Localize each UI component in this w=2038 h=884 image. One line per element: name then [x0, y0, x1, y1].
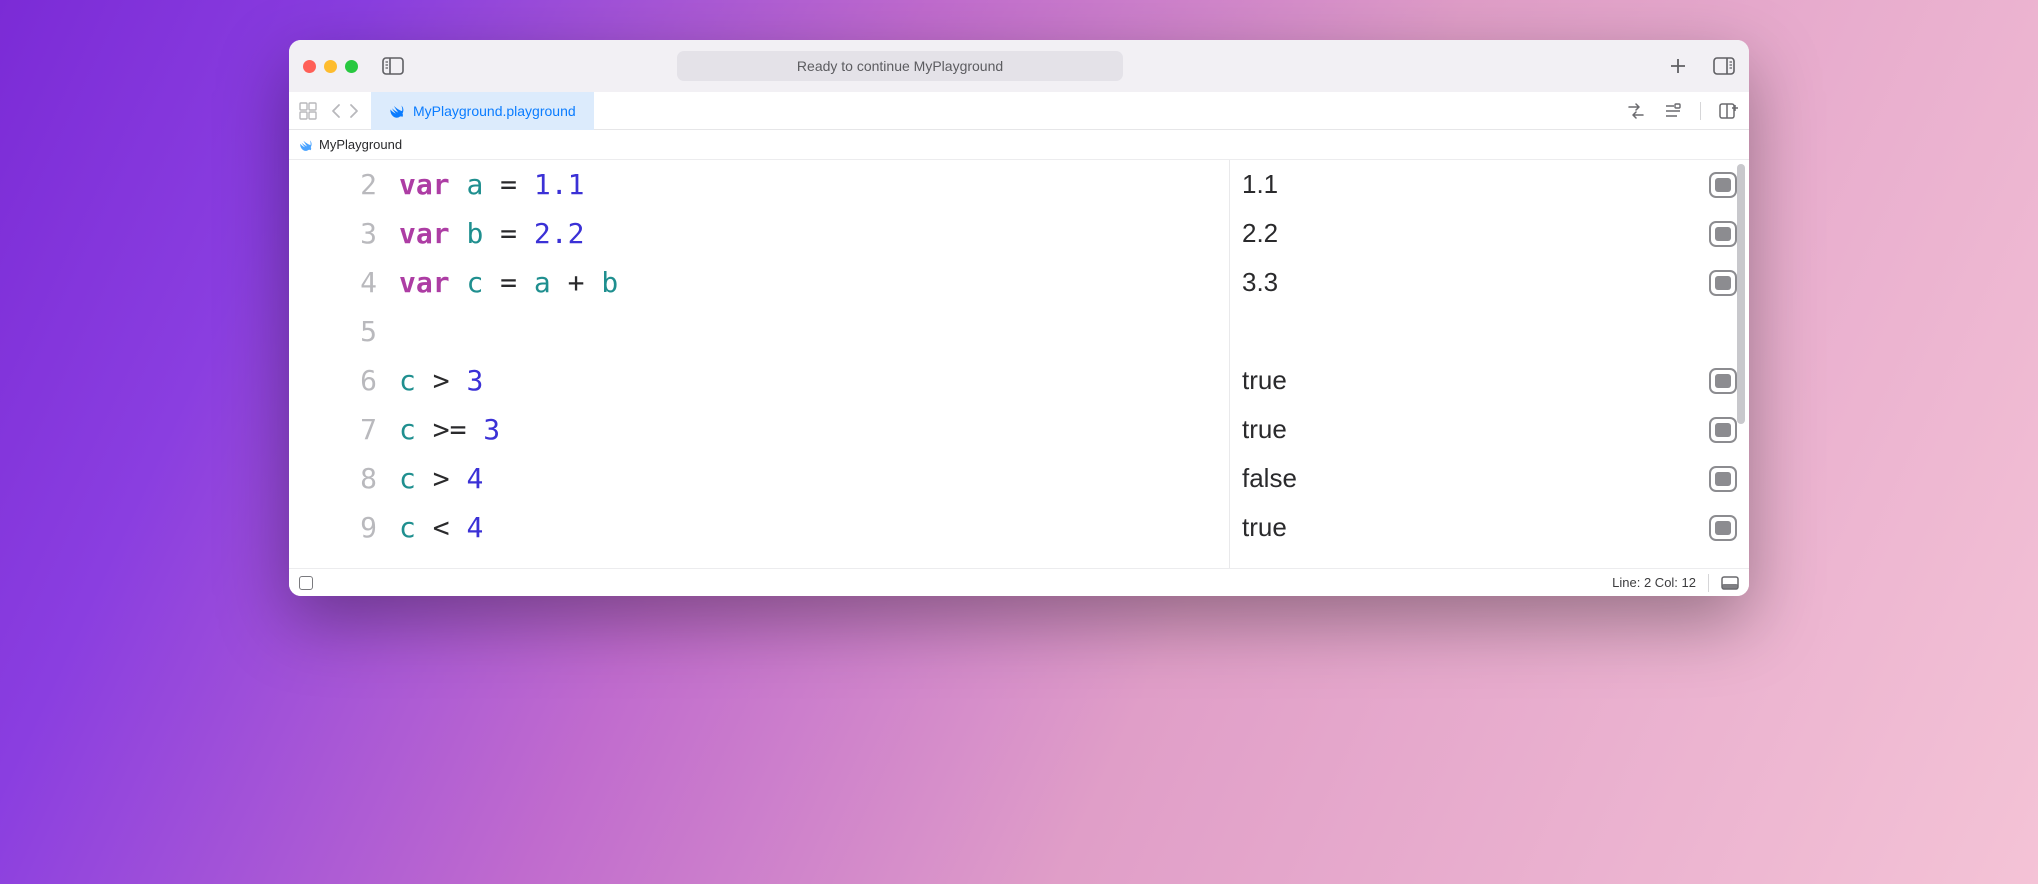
code-text: var b = 2.2	[399, 217, 584, 250]
titlebar: Ready to continue MyPlayground	[289, 40, 1749, 92]
results-column: 1.1 2.2 3.3 true true false true	[1229, 160, 1749, 568]
result-line: false	[1230, 454, 1749, 503]
tab-bar: MyPlayground.playground	[289, 92, 1749, 130]
back-icon[interactable]	[329, 102, 345, 120]
code-line[interactable]: 2var a = 1.1	[289, 160, 1229, 209]
line-number: 6	[289, 364, 399, 397]
tab-label: MyPlayground.playground	[413, 103, 576, 119]
forward-icon[interactable]	[345, 102, 361, 120]
quicklook-button[interactable]	[1709, 221, 1737, 247]
quicklook-button[interactable]	[1709, 515, 1737, 541]
result-line: 3.3	[1230, 258, 1749, 307]
breadcrumb-label: MyPlayground	[319, 137, 402, 152]
quicklook-button[interactable]	[1709, 417, 1737, 443]
code-line[interactable]: 8c > 4	[289, 454, 1229, 503]
breadcrumb[interactable]: MyPlayground	[289, 130, 1749, 160]
swift-file-icon	[299, 138, 313, 152]
related-items-icon[interactable]	[299, 102, 317, 120]
quicklook-button[interactable]	[1709, 466, 1737, 492]
zoom-button[interactable]	[345, 60, 358, 73]
code-line[interactable]: 5	[289, 307, 1229, 356]
separator	[1700, 102, 1701, 120]
result-line: true	[1230, 356, 1749, 405]
line-number: 5	[289, 315, 399, 348]
quicklook-button[interactable]	[1709, 368, 1737, 394]
editor: 2var a = 1.13var b = 2.24var c = a + b56…	[289, 160, 1749, 568]
minimap-toggle-icon[interactable]	[1721, 576, 1739, 590]
code-line[interactable]: 9c < 4	[289, 503, 1229, 552]
code-line[interactable]: 3var b = 2.2	[289, 209, 1229, 258]
close-button[interactable]	[303, 60, 316, 73]
result-value: 1.1	[1242, 169, 1278, 200]
run-status[interactable]: Ready to continue MyPlayground	[677, 51, 1123, 81]
result-value: 3.3	[1242, 267, 1278, 298]
minimize-button[interactable]	[324, 60, 337, 73]
code-text: var c = a + b	[399, 266, 618, 299]
adjust-editor-options-icon[interactable]	[1626, 103, 1646, 119]
code-line[interactable]: 6c > 3	[289, 356, 1229, 405]
tab-playground[interactable]: MyPlayground.playground	[371, 92, 594, 130]
tabbar-right	[1626, 102, 1739, 120]
scrollbar[interactable]	[1737, 164, 1745, 424]
titlebar-right	[1669, 57, 1735, 75]
line-number: 4	[289, 266, 399, 299]
result-line: true	[1230, 503, 1749, 552]
cursor-position: Line: 2 Col: 12	[1612, 575, 1696, 590]
add-editor-icon[interactable]	[1719, 103, 1739, 119]
code-column[interactable]: 2var a = 1.13var b = 2.24var c = a + b56…	[289, 160, 1229, 568]
toggle-right-sidebar-icon[interactable]	[1713, 57, 1735, 75]
code-text: c > 3	[399, 364, 483, 397]
result-line	[1230, 307, 1749, 356]
quicklook-button[interactable]	[1709, 270, 1737, 296]
code-text: c > 4	[399, 462, 483, 495]
result-value: true	[1242, 512, 1287, 543]
result-line: 2.2	[1230, 209, 1749, 258]
line-number: 3	[289, 217, 399, 250]
swift-file-icon	[389, 103, 405, 119]
code-text: c < 4	[399, 511, 483, 544]
result-value: true	[1242, 365, 1287, 396]
separator	[1708, 574, 1709, 592]
tab-left-controls	[299, 102, 361, 120]
result-value: 2.2	[1242, 218, 1278, 249]
line-number: 7	[289, 413, 399, 446]
add-icon[interactable]	[1669, 57, 1687, 75]
toggle-left-sidebar-icon[interactable]	[382, 57, 404, 75]
status-bar: Line: 2 Col: 12	[289, 568, 1749, 596]
code-line[interactable]: 7c >= 3	[289, 405, 1229, 454]
line-number: 8	[289, 462, 399, 495]
result-line: true	[1230, 405, 1749, 454]
nav-arrows	[329, 102, 361, 120]
status-text: Ready to continue MyPlayground	[797, 58, 1003, 74]
xcode-window: Ready to continue MyPlayground	[289, 40, 1749, 596]
quicklook-button[interactable]	[1709, 172, 1737, 198]
traffic-lights	[303, 60, 358, 73]
line-number: 2	[289, 168, 399, 201]
result-value: false	[1242, 463, 1297, 494]
result-value: true	[1242, 414, 1287, 445]
code-text: var a = 1.1	[399, 168, 584, 201]
line-number: 9	[289, 511, 399, 544]
code-line[interactable]: 4var c = a + b	[289, 258, 1229, 307]
result-line: 1.1	[1230, 160, 1749, 209]
editor-options-icon[interactable]	[1664, 103, 1682, 119]
code-text: c >= 3	[399, 413, 500, 446]
debug-area-toggle-icon[interactable]	[299, 576, 313, 590]
